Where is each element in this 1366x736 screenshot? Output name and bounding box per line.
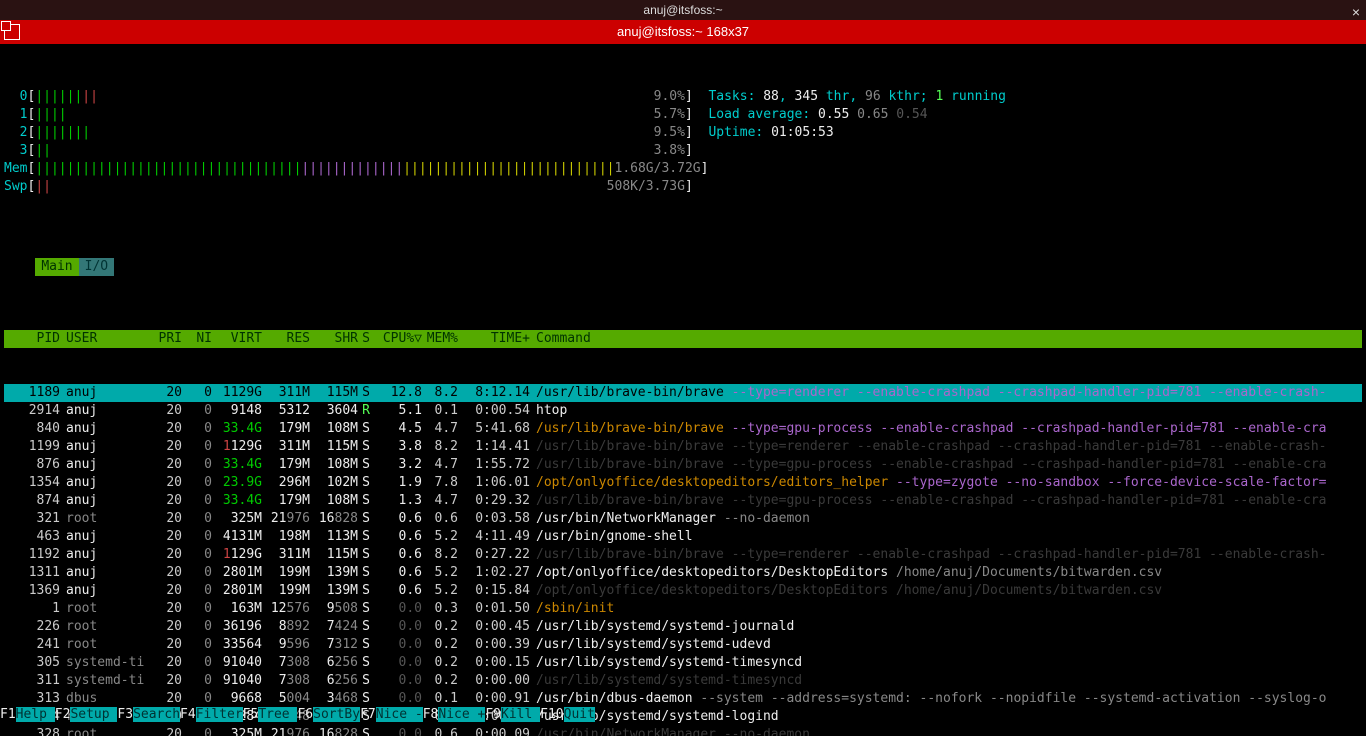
fkey-F4[interactable]: F4 [180,707,196,722]
table-row[interactable]: 463anuj2004131M198M113MS0.65.24:11.49/us… [4,528,1362,546]
table-row[interactable]: 1199anuj2001129G311M115MS3.88.21:14.41/u… [4,438,1362,456]
table-row[interactable]: 241root2003356495967312S0.00.20:00.39/us… [4,636,1362,654]
table-row[interactable]: 305systemd-ti2009104073086256S0.00.20:00… [4,654,1362,672]
fkey-F1[interactable]: F1 [0,707,16,722]
function-key-bar: F1Help F2Setup F3SearchF4FilterF5Tree F6… [0,706,1366,724]
fkey-F10[interactable]: F10 [540,707,563,722]
screen-tabs: MainI/O [4,240,1362,294]
table-row[interactable]: 1189anuj2001129G311M115MS12.88.28:12.14/… [4,384,1362,402]
table-row[interactable]: 840anuj20033.4G179M108MS4.54.75:41.68/us… [4,420,1362,438]
table-row[interactable]: 876anuj20033.4G179M108MS3.24.71:55.72/us… [4,456,1362,474]
terminal-icon [4,24,20,40]
table-row[interactable]: 1369anuj2002801M199M139MS0.65.20:15.84/o… [4,582,1362,600]
table-row[interactable]: 2914anuj200914853123604R5.10.10:00.54hto… [4,402,1362,420]
table-row[interactable]: 1192anuj2001129G311M115MS0.68.20:27.22/u… [4,546,1362,564]
terminal-tab-title: anuj@itsfoss:~ 168x37 [617,24,749,39]
fkey-F9[interactable]: F9 [485,707,501,722]
fkey-F8[interactable]: F8 [423,707,439,722]
table-row[interactable]: 874anuj20033.4G179M108MS1.34.70:29.32/us… [4,492,1362,510]
table-row[interactable]: 1354anuj20023.9G296M102MS1.97.81:06.01/o… [4,474,1362,492]
window-titlebar: anuj@itsfoss:~ × [0,0,1366,20]
fkey-F7[interactable]: F7 [360,707,376,722]
tab-main[interactable]: Main [35,258,78,276]
table-row[interactable]: 311systemd-ti2009104073086256S0.00.20:00… [4,672,1362,690]
table-row[interactable]: 1root200163M125769508S0.00.30:01.50/sbin… [4,600,1362,618]
tab-io[interactable]: I/O [79,258,114,276]
process-table-header[interactable]: PIDUSERPRINIVIRTRESSHRSCPU%▽MEM%TIME+ Co… [4,330,1362,348]
process-table[interactable]: 1189anuj2001129G311M115MS12.88.28:12.14/… [4,384,1362,736]
window-title: anuj@itsfoss:~ [643,3,722,17]
fkey-F5[interactable]: F5 [243,707,259,722]
fkey-F2[interactable]: F2 [55,707,71,722]
htop-output: 0[|||||||| 9.0%] Tasks: 88, 345 thr, 96 … [0,44,1366,736]
close-icon[interactable]: × [1352,2,1360,22]
table-row[interactable]: 1311anuj2002801M199M139MS0.65.21:02.27/o… [4,564,1362,582]
table-row[interactable]: 328root200325M2197616828S0.00.60:00.09/u… [4,726,1362,736]
table-row[interactable]: 226root2003619688927424S0.00.20:00.45/us… [4,618,1362,636]
fkey-F6[interactable]: F6 [297,707,313,722]
table-row[interactable]: 321root200325M2197616828S0.60.60:03.58/u… [4,510,1362,528]
fkey-F3[interactable]: F3 [117,707,133,722]
terminal-tab-strip: anuj@itsfoss:~ 168x37 [0,20,1366,44]
